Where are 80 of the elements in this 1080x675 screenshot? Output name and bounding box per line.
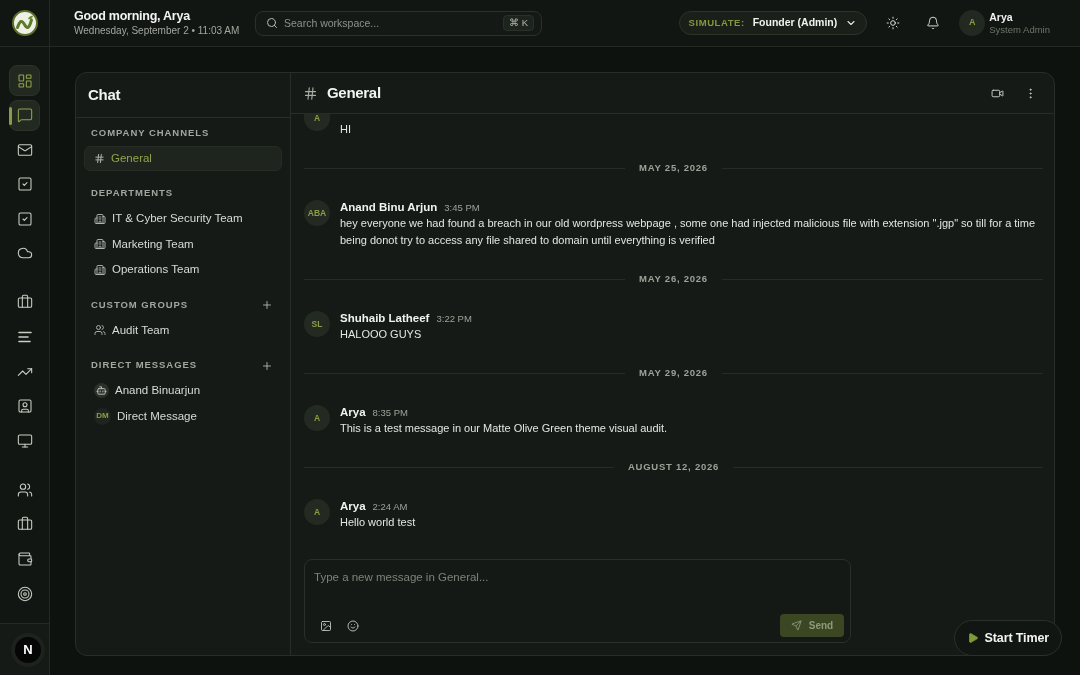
avatar: SL bbox=[304, 311, 330, 337]
message-text: HALOOO GUYS bbox=[340, 327, 423, 342]
sidebar-item[interactable]: Operations Team bbox=[84, 257, 282, 283]
message-text: hey everyone we had found a breach in our old wordpress webpage , some one had injected malicious file with extension ".jgp" so till for a time being donot try to access any file shared to domain until everything is verified bbox=[340, 216, 1037, 248]
nav-button[interactable] bbox=[9, 65, 40, 96]
user-name: Arya bbox=[989, 10, 1014, 24]
message-text: Hello world test bbox=[340, 515, 417, 530]
users-icon bbox=[16, 481, 33, 498]
mail-icon bbox=[16, 141, 33, 158]
shortcut-key: ⌘ K bbox=[503, 15, 534, 31]
avatar: A bbox=[304, 499, 330, 525]
user-role: System Admin bbox=[989, 23, 1050, 36]
search-field[interactable]: Search workspace... ⌘ K bbox=[255, 10, 542, 36]
section-heading: DEPARTMENTS bbox=[91, 186, 174, 201]
contact-card-icon bbox=[16, 398, 33, 415]
start-timer-button[interactable]: Start Timer bbox=[953, 620, 1062, 656]
section-heading: CUSTOM GROUPS bbox=[91, 297, 189, 312]
sidebar-item[interactable]: Marketing Team bbox=[84, 231, 282, 257]
sidebar-title: Chat bbox=[88, 84, 121, 105]
chat-bubble-icon bbox=[16, 107, 33, 124]
message-text: HI bbox=[340, 122, 351, 137]
date-time: Wednesday, September 2 • 11:03 AM bbox=[74, 24, 241, 38]
initials-avatar: DM bbox=[94, 407, 111, 425]
date-label: AUGUST 12, 2026 bbox=[627, 459, 720, 474]
building-icon bbox=[94, 263, 106, 276]
message-text: This is a test message in our Matte Olive Green theme visual audit. bbox=[340, 421, 669, 436]
dashboard-icon bbox=[16, 72, 33, 89]
section-heading: COMPANY CHANNELS bbox=[91, 125, 210, 140]
logo-icon bbox=[11, 10, 38, 36]
search-icon bbox=[266, 17, 278, 29]
briefcase-icon bbox=[16, 294, 33, 311]
briefcase-icon bbox=[16, 516, 33, 533]
avatar: ABA bbox=[304, 200, 330, 226]
building-icon bbox=[94, 212, 106, 225]
sidebar-item[interactable]: DM Direct Message bbox=[84, 403, 282, 429]
message-time: 3:22 PM bbox=[436, 312, 472, 326]
monitor-icon bbox=[16, 432, 33, 449]
bell-icon bbox=[926, 16, 941, 30]
sidebar-item[interactable]: IT & Cyber Security Team bbox=[84, 206, 282, 232]
simulate-dropdown[interactable]: SIMULATE: Founder (Admin) bbox=[678, 11, 868, 35]
channel-title: General bbox=[327, 82, 381, 103]
plus-icon bbox=[261, 359, 273, 372]
users-icon bbox=[94, 324, 106, 337]
plus-icon bbox=[261, 299, 273, 311]
user-avatar[interactable]: A bbox=[959, 10, 986, 36]
checkbox-icon bbox=[16, 210, 33, 227]
date-label: MAY 26, 2026 bbox=[639, 271, 708, 286]
avatar: A bbox=[304, 405, 330, 431]
message-input[interactable]: Type a new message in General... bbox=[314, 568, 841, 586]
wallet-icon bbox=[16, 551, 33, 568]
author-name: Shuhaib Latheef bbox=[340, 311, 430, 326]
nav-button[interactable] bbox=[9, 99, 40, 131]
smiley-icon bbox=[347, 619, 359, 632]
building-icon bbox=[94, 238, 106, 251]
sidebar-item[interactable]: Anand Binuarjun bbox=[84, 378, 282, 404]
message-time: 2:24 AM bbox=[372, 500, 408, 514]
checkbox-icon bbox=[16, 176, 33, 193]
author-name: Arya bbox=[340, 405, 366, 420]
add-button[interactable] bbox=[260, 298, 274, 312]
dev-tools-button[interactable]: N bbox=[15, 636, 41, 663]
sidebar-item[interactable]: Audit Team bbox=[84, 317, 282, 343]
date-label: MAY 29, 2026 bbox=[639, 365, 708, 380]
avatar: A bbox=[304, 114, 330, 131]
section-heading: DIRECT MESSAGES bbox=[91, 358, 198, 373]
date-label: MAY 25, 2026 bbox=[639, 160, 708, 175]
play-icon bbox=[966, 632, 979, 644]
hash-icon bbox=[94, 152, 105, 164]
message-time: 3:45 PM bbox=[444, 201, 480, 215]
search-input[interactable]: Search workspace... bbox=[284, 14, 497, 32]
author-name: Arya bbox=[340, 499, 366, 514]
author-name: Anand Binu Arjun bbox=[340, 200, 438, 215]
image-icon bbox=[320, 619, 332, 632]
bot-avatar-icon bbox=[94, 383, 109, 399]
send-icon bbox=[790, 620, 802, 631]
sidebar-item[interactable]: General bbox=[84, 145, 282, 171]
target-icon bbox=[16, 585, 33, 602]
message-time: 8:35 PM bbox=[372, 406, 408, 420]
greeting: Good morning, Arya bbox=[74, 8, 192, 24]
sun-icon bbox=[886, 16, 901, 30]
hash-icon bbox=[303, 85, 318, 101]
